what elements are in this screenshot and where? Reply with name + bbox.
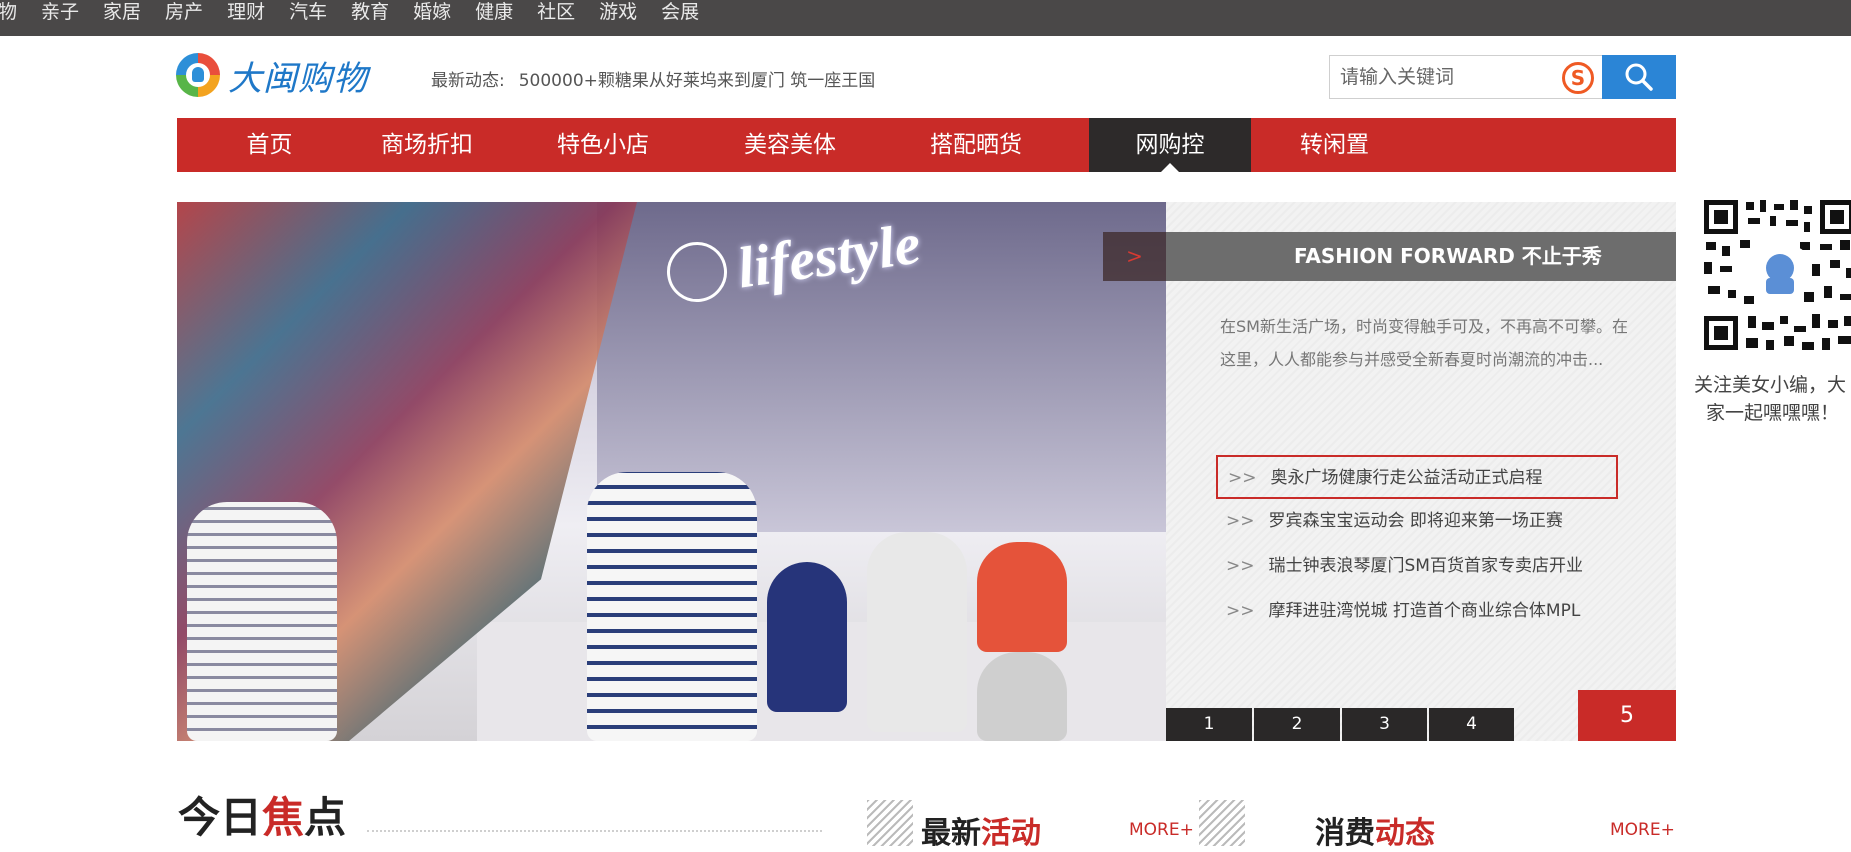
nav-item-home[interactable]: 首页 <box>212 118 327 172</box>
search-box: S <box>1329 55 1602 99</box>
pager-button[interactable]: 1 <box>1166 708 1252 741</box>
top-nav-item[interactable]: 会展 <box>661 0 699 24</box>
section-title-today-focus: 今日焦点 <box>178 784 346 845</box>
pager-button[interactable]: 4 <box>1429 708 1514 741</box>
search-icon <box>1625 63 1653 91</box>
title-part: 消费 <box>1315 816 1375 851</box>
banner-model <box>187 502 337 741</box>
title-part: 最新 <box>921 816 981 851</box>
feature-link-text: 奥永广场健康行走公益活动正式启程 <box>1270 468 1543 488</box>
banner-model <box>977 542 1067 652</box>
qr-caption-line: 家一起嘿嘿嘿！ <box>1706 402 1840 424</box>
nav-item-mall-discount[interactable]: 商场折扣 <box>367 118 487 172</box>
section-title-consumer-news: 消费动态 <box>1315 808 1435 852</box>
link-bullet: >> <box>1228 468 1257 488</box>
top-category-bar: 物 亲子 家居 房产 理财 汽车 教育 婚嫁 健康 社区 游戏 会展 <box>0 0 1851 36</box>
feature-link[interactable]: >> 摩拜进驻湾悦城 打造首个商业综合体MPL <box>1216 590 1618 634</box>
feature-panel: > FASHION FORWARD 不止于秀 在SM新生活广场，时尚变得触手可及… <box>1103 202 1676 741</box>
banner-next-arrow[interactable]: > <box>1103 232 1166 281</box>
banner-model <box>587 472 757 741</box>
news-ticker: 最新动态: 500000+颗糖果从好莱坞来到厦门 筑一座王国 <box>431 66 875 91</box>
top-nav-item[interactable]: 汽车 <box>289 0 327 24</box>
title-part: 今日 <box>178 793 263 842</box>
feature-link-text: 摩拜进驻湾悦城 打造首个商业综合体MPL <box>1268 601 1581 621</box>
slide-pager: 1 2 3 4 5 <box>1166 690 1676 741</box>
section-divider <box>367 830 822 832</box>
link-bullet: >> <box>1226 511 1255 531</box>
top-nav-item[interactable]: 亲子 <box>41 0 79 24</box>
top-nav-item[interactable]: 房产 <box>165 0 203 24</box>
pager-button[interactable]: 3 <box>1342 708 1427 741</box>
search-button[interactable] <box>1602 55 1676 99</box>
feature-link[interactable]: >> 瑞士钟表浪琴厦门SM百货首家专卖店开业 <box>1216 545 1618 589</box>
title-part: 点 <box>304 793 347 842</box>
qr-code-icon <box>1700 196 1851 356</box>
top-nav-item[interactable]: 健康 <box>475 0 513 24</box>
banner-model <box>867 532 967 732</box>
feature-title[interactable]: FASHION FORWARD 不止于秀 <box>1166 232 1676 281</box>
consumer-more-link[interactable]: MORE+ <box>1610 820 1675 840</box>
search-bar: S <box>1329 55 1676 99</box>
banner-model <box>977 652 1067 741</box>
nav-item-outfits[interactable]: 搭配晒货 <box>916 118 1036 172</box>
search-input[interactable] <box>1330 56 1550 98</box>
top-nav-item[interactable]: 家居 <box>103 0 141 24</box>
sogou-icon: S <box>1562 62 1594 94</box>
top-nav-item[interactable]: 物 <box>0 0 17 24</box>
site-logo[interactable]: 大闽购物 <box>176 52 368 99</box>
section-title-latest-activity: 最新活动 <box>921 808 1041 852</box>
nav-item-special-shops[interactable]: 特色小店 <box>543 118 663 172</box>
banner-model <box>767 562 847 712</box>
top-nav-item[interactable]: 教育 <box>351 0 389 24</box>
top-nav-item[interactable]: 理财 <box>227 0 265 24</box>
activity-more-link[interactable]: MORE+ <box>1129 820 1194 840</box>
pager-button[interactable]: 2 <box>1254 708 1340 741</box>
news-headline-link[interactable]: 500000+颗糖果从好莱坞来到厦门 筑一座王国 <box>519 71 876 91</box>
logo-icon <box>176 53 220 97</box>
title-part-red: 焦 <box>262 793 305 842</box>
decorative-hatch <box>1199 800 1245 846</box>
nav-item-second-hand[interactable]: 转闲置 <box>1287 118 1382 172</box>
top-category-nav: 物 亲子 家居 房产 理财 汽车 教育 婚嫁 健康 社区 游戏 会展 <box>0 0 723 24</box>
top-nav-item[interactable]: 社区 <box>537 0 575 24</box>
title-part-red: 动态 <box>1375 816 1435 851</box>
feature-link-text: 罗宾森宝宝运动会 即将迎来第一场正赛 <box>1268 511 1563 531</box>
feature-link-text: 瑞士钟表浪琴厦门SM百货首家专卖店开业 <box>1268 556 1583 576</box>
logo-text: 大闽购物 <box>228 58 368 99</box>
pager-button-active[interactable]: 5 <box>1578 690 1676 741</box>
news-label: 最新动态: <box>431 71 505 91</box>
feature-link[interactable]: >> 奥永广场健康行走公益活动正式启程 <box>1216 455 1618 499</box>
link-bullet: >> <box>1226 556 1255 576</box>
title-part-red: 活动 <box>981 816 1041 851</box>
hero-banner-image[interactable]: lifestyle <box>177 202 1166 741</box>
feature-link[interactable]: >> 罗宾森宝宝运动会 即将迎来第一场正赛 <box>1216 500 1618 544</box>
qr-caption: 关注美女小编，大 家一起嘿嘿嘿！ <box>1694 371 1851 427</box>
main-nav: 首页 商场折扣 特色小店 美容美体 搭配晒货 网购控 转闲置 <box>177 118 1676 172</box>
link-bullet: >> <box>1226 601 1255 621</box>
feature-link-list: >> 奥永广场健康行走公益活动正式启程 >> 罗宾森宝宝运动会 即将迎来第一场正赛 … <box>1216 455 1618 635</box>
qr-caption-line: 关注美女小编，大 <box>1694 374 1847 396</box>
top-nav-item[interactable]: 游戏 <box>599 0 637 24</box>
decorative-hatch <box>867 800 913 846</box>
feature-description: 在SM新生活广场，时尚变得触手可及，不再高不可攀。在这里，人人都能参与并感受全新… <box>1220 317 1628 369</box>
top-nav-item[interactable]: 婚嫁 <box>413 0 451 24</box>
nav-item-online-shopping[interactable]: 网购控 <box>1089 118 1251 172</box>
nav-item-beauty[interactable]: 美容美体 <box>730 118 850 172</box>
